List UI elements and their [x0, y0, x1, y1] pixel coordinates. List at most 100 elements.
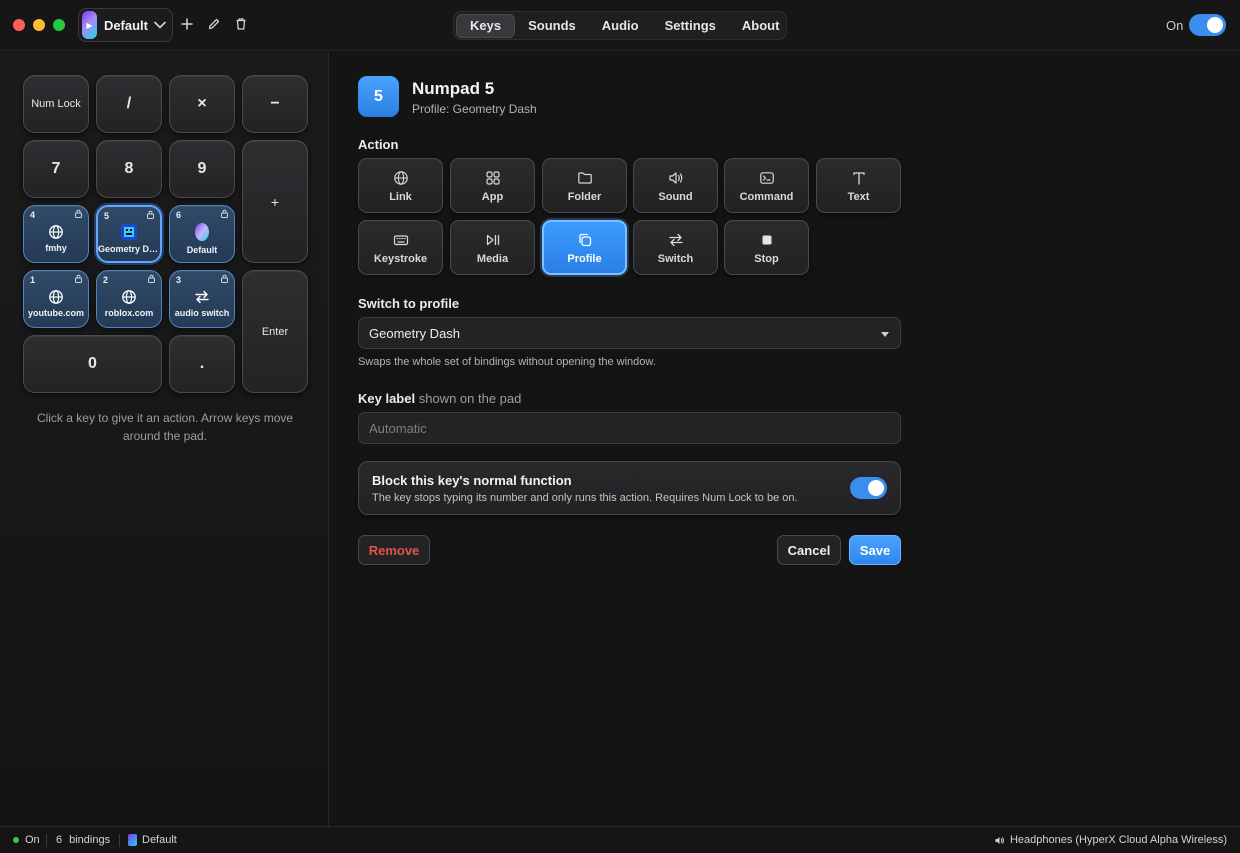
lock-icon — [147, 274, 156, 283]
remove-button[interactable]: Remove — [358, 535, 430, 565]
action-profile-button[interactable]: Profile — [542, 220, 627, 275]
key-9[interactable]: 9 — [169, 140, 235, 198]
copy-icon — [577, 231, 593, 249]
status-dot — [13, 837, 19, 843]
action-label: App — [481, 190, 504, 203]
power-toggle[interactable] — [1189, 14, 1226, 36]
key-number: 2 — [103, 275, 109, 285]
action-text-button[interactable]: Text — [816, 158, 901, 213]
add-profile-button[interactable] — [179, 16, 195, 32]
grid-icon — [485, 169, 501, 187]
key-label: 9 — [197, 160, 207, 177]
key-3[interactable]: 3 audio switch — [169, 270, 235, 328]
tab-keys[interactable]: Keys — [456, 13, 516, 38]
switch-arrows-icon — [194, 289, 210, 305]
action-label: Sound — [658, 190, 693, 203]
keypad-panel: Num Lock / × − 7 8 9 + 4 fmhy 5 Geometry… — [0, 52, 329, 826]
action-switch-button[interactable]: Switch — [633, 220, 718, 275]
rename-profile-button[interactable] — [206, 16, 222, 32]
key-number: 4 — [30, 210, 36, 220]
key-number-badge: 5 — [358, 76, 399, 117]
tab-sounds[interactable]: Sounds — [515, 14, 589, 38]
speaker-icon — [668, 169, 684, 187]
action-app-button[interactable]: App — [450, 158, 535, 213]
block-function-card: Block this key's normal function The key… — [358, 461, 901, 515]
status-indicator: On — [13, 834, 40, 846]
action-label: Keystroke — [373, 252, 428, 265]
profile-badge-icon — [194, 222, 210, 242]
key-number: 6 — [176, 210, 182, 220]
maximize-window-button[interactable] — [53, 19, 65, 31]
key-4[interactable]: 4 fmhy — [23, 205, 89, 263]
action-media-button[interactable]: Media — [450, 220, 535, 275]
key-label: − — [270, 95, 280, 112]
key-action-label: audio switch — [174, 307, 230, 318]
action-sound-button[interactable]: Sound — [633, 158, 718, 213]
tab-audio[interactable]: Audio — [589, 14, 652, 38]
key-title: Numpad 5 — [412, 79, 495, 98]
key-plus[interactable]: + — [242, 140, 308, 263]
tab-settings[interactable]: Settings — [652, 14, 729, 38]
profile-name: Default — [103, 17, 148, 33]
toggle-knob — [1207, 17, 1223, 33]
action-keystroke-button[interactable]: Keystroke — [358, 220, 443, 275]
key-1[interactable]: 1 youtube.com — [23, 270, 89, 328]
cancel-button[interactable]: Cancel — [777, 535, 841, 565]
key-5[interactable]: 5 Geometry Dash — [96, 205, 162, 263]
key-action-label: Default — [186, 244, 218, 255]
key-num-lock[interactable]: Num Lock — [23, 75, 89, 133]
action-stop-button[interactable]: Stop — [724, 220, 809, 275]
action-command-button[interactable]: Command — [724, 158, 809, 213]
main-tabs: Keys Sounds Audio Settings About — [453, 11, 787, 40]
action-link-button[interactable]: Link — [358, 158, 443, 213]
switch-profile-select[interactable]: Geometry Dash — [358, 317, 901, 349]
globe-icon — [48, 224, 64, 240]
key-decimal[interactable]: . — [169, 335, 235, 393]
key-label: × — [197, 95, 207, 112]
globe-icon — [121, 289, 137, 305]
key-label: + — [270, 193, 280, 210]
key-multiply[interactable]: × — [169, 75, 235, 133]
output-device: Headphones (HyperX Cloud Alpha Wireless) — [994, 834, 1227, 846]
globe-icon — [393, 169, 409, 187]
close-window-button[interactable] — [13, 19, 25, 31]
delete-profile-button[interactable] — [233, 16, 249, 32]
divider — [46, 834, 47, 847]
key-label-heading: Key label shown on the pad — [358, 391, 521, 406]
lock-icon — [220, 274, 229, 283]
key-8[interactable]: 8 — [96, 140, 162, 198]
switch-profile-help: Swaps the whole set of bindings without … — [358, 356, 656, 368]
profile-image-icon — [120, 223, 138, 241]
pencil-icon — [208, 18, 220, 30]
action-folder-button[interactable]: Folder — [542, 158, 627, 213]
key-2[interactable]: 2 roblox.com — [96, 270, 162, 328]
key-label-input[interactable] — [358, 412, 901, 444]
key-minus[interactable]: − — [242, 75, 308, 133]
status-text: On — [25, 834, 40, 846]
block-function-title: Block this key's normal function — [372, 473, 572, 488]
action-label: Text — [847, 190, 870, 203]
profile-dropdown[interactable]: ▶ Default — [78, 8, 173, 42]
bindings-number: 6 — [56, 834, 63, 846]
power-label: On — [1166, 18, 1184, 33]
toggle-knob — [868, 480, 884, 496]
folder-icon — [577, 169, 593, 187]
key-action-label: Geometry Dash — [98, 243, 160, 254]
key-divide[interactable]: / — [96, 75, 162, 133]
keypad-hint: Click a key to give it an action. Arrow … — [36, 411, 294, 443]
key-label: 0 — [88, 355, 97, 372]
block-function-toggle[interactable] — [850, 477, 887, 499]
speaker-icon — [994, 835, 1005, 846]
key-6[interactable]: 6 Default — [169, 205, 235, 263]
minimize-window-button[interactable] — [33, 19, 45, 31]
save-button[interactable]: Save — [849, 535, 901, 565]
block-function-description: The key stops typing its number and only… — [372, 492, 798, 504]
play-pause-icon — [485, 231, 501, 249]
key-enter[interactable]: Enter — [242, 270, 308, 393]
globe-icon — [48, 289, 64, 305]
key-0[interactable]: 0 — [23, 335, 162, 393]
tab-about[interactable]: About — [729, 14, 793, 38]
key-7[interactable]: 7 — [23, 140, 89, 198]
action-label: Link — [389, 190, 412, 203]
key-action-label: roblox.com — [104, 307, 154, 318]
